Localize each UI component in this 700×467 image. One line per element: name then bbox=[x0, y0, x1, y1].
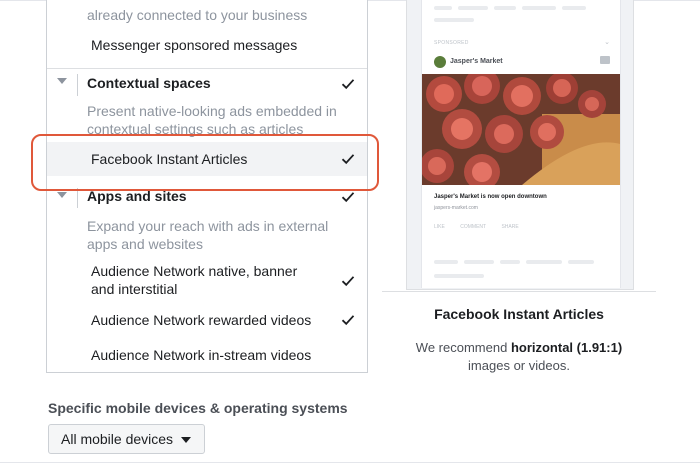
divider bbox=[47, 68, 367, 69]
share-action: SHARE bbox=[501, 224, 519, 230]
recommendation-suffix: images or videos. bbox=[468, 358, 570, 373]
recommendation-prefix: We recommend bbox=[415, 340, 511, 355]
messenger-sponsored-row[interactable]: Messenger sponsored messages bbox=[47, 36, 367, 56]
preview-recommendation: We recommend horizontal (1.91:1) images … bbox=[382, 339, 656, 375]
devices-section-label: Specific mobile devices & operating syst… bbox=[48, 400, 348, 416]
group-label: Contextual spaces bbox=[87, 75, 211, 91]
skeleton-line bbox=[494, 6, 516, 10]
group-apps-and-sites[interactable]: Apps and sites bbox=[47, 188, 367, 208]
group-description: Present native-looking ads embedded in c… bbox=[87, 103, 337, 137]
checkbox-check-icon[interactable] bbox=[341, 313, 355, 327]
checkbox-check-icon[interactable] bbox=[341, 190, 355, 204]
like-action: LIKE bbox=[434, 224, 445, 230]
group-divider bbox=[77, 188, 78, 208]
preview-divider bbox=[382, 291, 656, 292]
ad-preview-phone: SPONSORED ⌄ Jasper's Market Jasper's Mar… bbox=[406, 0, 634, 290]
caret-down-icon bbox=[181, 437, 192, 444]
chevron-down-icon: ⌄ bbox=[604, 39, 610, 46]
skeleton-line bbox=[434, 260, 458, 264]
highlight-annotation bbox=[31, 134, 379, 191]
feed-card: SPONSORED ⌄ Jasper's Market Jasper's Mar… bbox=[421, 0, 621, 288]
skeleton-line bbox=[526, 260, 562, 264]
skeleton-line bbox=[522, 6, 556, 10]
ad-url: jaspers-market.com bbox=[434, 205, 478, 211]
checkbox-check-icon[interactable] bbox=[341, 77, 355, 91]
checkbox-check-icon[interactable] bbox=[341, 274, 355, 288]
dropdown-value: All mobile devices bbox=[61, 431, 174, 447]
skeleton-line bbox=[500, 260, 520, 264]
like-icon bbox=[600, 56, 610, 64]
placement-label: Audience Network native, banner and inte… bbox=[91, 263, 298, 297]
skeleton-line bbox=[562, 6, 586, 10]
placement-row[interactable]: Audience Network rewarded videos bbox=[47, 311, 367, 331]
group-contextual-spaces[interactable]: Contextual spaces bbox=[47, 74, 367, 96]
placement-row[interactable]: Audience Network in-stream videos bbox=[47, 346, 367, 366]
skeleton-line bbox=[434, 274, 484, 278]
recommendation-ratio: horizontal (1.91:1) bbox=[510, 340, 623, 355]
skeleton-line bbox=[568, 260, 594, 264]
advertiser-name: Jasper's Market bbox=[450, 58, 503, 65]
group-divider bbox=[77, 74, 78, 96]
sponsored-label: SPONSORED bbox=[434, 40, 469, 46]
collapse-triangle-icon[interactable] bbox=[57, 78, 67, 84]
ad-actions: LIKE COMMENT SHARE bbox=[434, 224, 533, 230]
placement-label: Audience Network in-stream videos bbox=[91, 347, 312, 363]
advertiser-avatar bbox=[434, 56, 446, 68]
skeleton-line bbox=[434, 6, 452, 10]
skeleton-line bbox=[464, 260, 494, 264]
messenger-sponsored-label: Messenger sponsored messages bbox=[91, 37, 298, 53]
collapse-triangle-icon[interactable] bbox=[57, 192, 67, 198]
ad-image bbox=[422, 74, 620, 185]
placement-row[interactable]: Audience Network native, banner and inte… bbox=[47, 262, 367, 300]
comment-action: COMMENT bbox=[460, 224, 487, 230]
bottom-rule bbox=[0, 462, 700, 463]
group-description: Expand your reach with ads in external a… bbox=[87, 218, 329, 252]
ad-caption: Jasper's Market is now open downtown bbox=[434, 194, 547, 200]
preview-title: Facebook Instant Articles bbox=[434, 306, 604, 322]
skeleton-line bbox=[434, 18, 474, 22]
skeleton-line bbox=[458, 6, 488, 10]
section-description: already connected to your business bbox=[87, 7, 308, 23]
mobile-devices-dropdown[interactable]: All mobile devices bbox=[48, 424, 205, 454]
placement-label: Audience Network rewarded videos bbox=[91, 312, 312, 328]
